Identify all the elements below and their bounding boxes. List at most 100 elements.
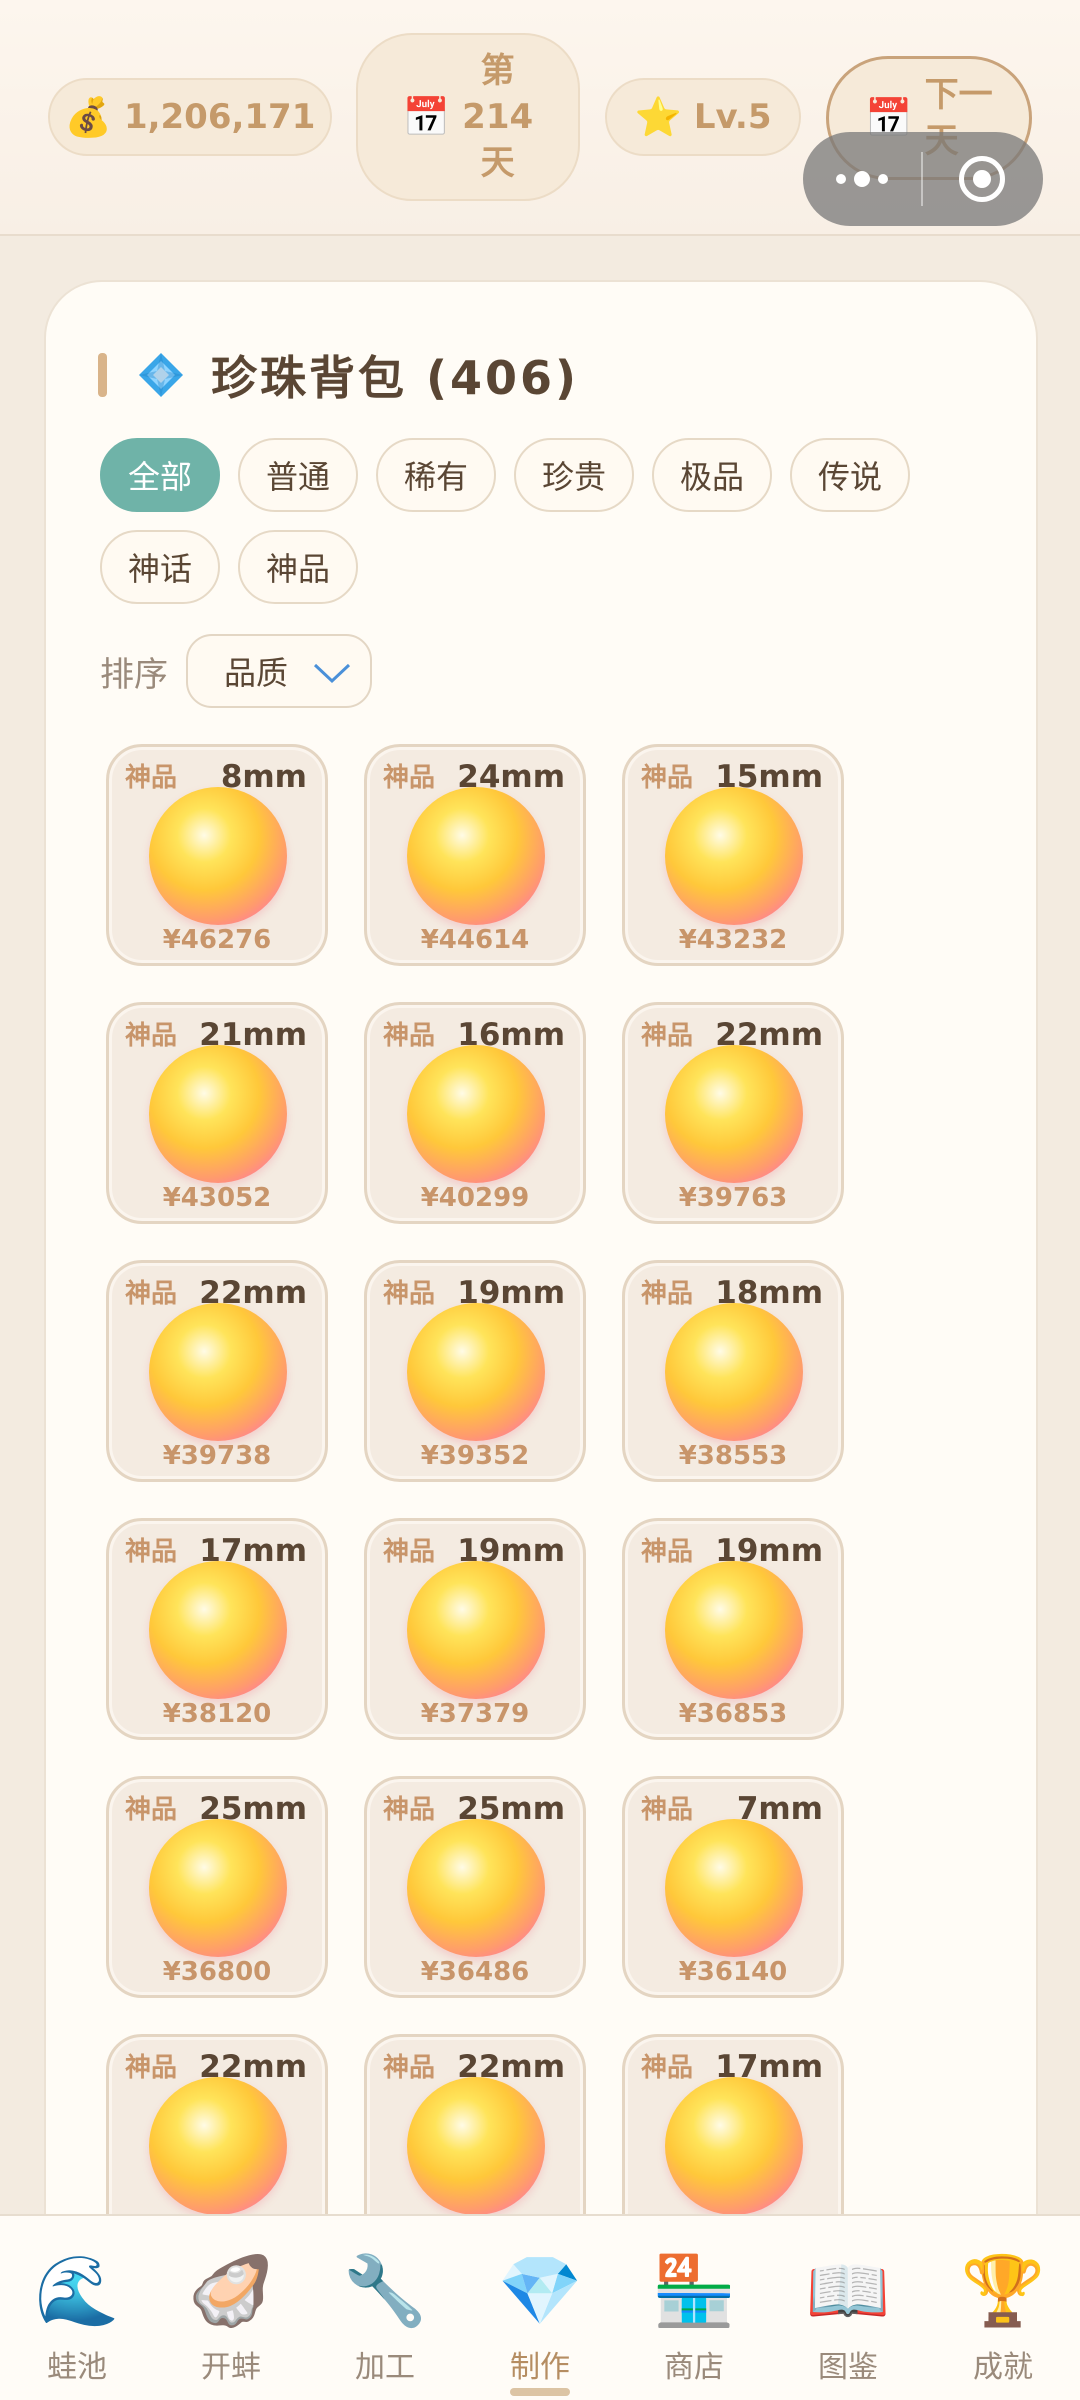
- pearl-card[interactable]: 神品 22mm ¥39738: [106, 1260, 328, 1482]
- pearl-icon: [407, 1045, 545, 1183]
- money-bag-icon: 💰: [64, 94, 112, 139]
- pearl-price: ¥38553: [678, 1441, 788, 1471]
- nav-label: 商店: [664, 2350, 724, 2385]
- pearl-rarity: 神品: [125, 1021, 178, 1051]
- pearl-card[interactable]: 神品 17mm ¥38120: [106, 1518, 328, 1740]
- nav-tab-store[interactable]: 🏪 商店: [617, 2216, 771, 2400]
- pearl-card[interactable]: 神品 19mm ¥36853: [622, 1518, 844, 1740]
- pearl-rarity: 神品: [125, 1537, 178, 1567]
- nav-tab-wave[interactable]: 🌊 蛙池: [0, 2216, 154, 2400]
- pearl-price: ¥39738: [162, 1441, 272, 1471]
- nav-label: 图鉴: [818, 2350, 878, 2385]
- pearl-rarity: 神品: [383, 1795, 436, 1825]
- bottom-nav: 🌊 蛙池 🦪 开蚌 🔧 加工 💎 制作 🏪 商店 📖 图鉴 🏆 成就: [0, 2214, 1080, 2400]
- miniprogram-capsule: [803, 132, 1043, 226]
- pearl-card[interactable]: 神品 8mm ¥46276: [106, 744, 328, 966]
- pearl-rarity: 神品: [641, 1795, 694, 1825]
- more-menu-button[interactable]: [803, 171, 921, 187]
- sort-dropdown[interactable]: 品质: [186, 634, 372, 708]
- star-icon: ⭐: [634, 94, 682, 139]
- gem-icon: 💎: [497, 2252, 583, 2331]
- filter-chip-all[interactable]: 全部: [100, 438, 220, 512]
- day-number: 214: [462, 97, 534, 137]
- pearl-rarity: 神品: [383, 1279, 436, 1309]
- coin-balance: 💰 1,206,171: [48, 78, 332, 156]
- pearl-card[interactable]: 神品 25mm ¥36800: [106, 1776, 328, 1998]
- coin-value: 1,206,171: [123, 97, 316, 137]
- pearl-rarity: 神品: [641, 1537, 694, 1567]
- book-icon: 📖: [805, 2252, 891, 2331]
- filter-chip-precious[interactable]: 珍贵: [514, 438, 634, 512]
- day-suffix: 天: [480, 143, 515, 183]
- pearl-price: ¥38120: [162, 1699, 272, 1729]
- pearl-icon: [149, 1303, 287, 1441]
- top-status-bar: 💰 1,206,171 📅 第 214 天 ⭐ Lv.5 📅 下一 天: [0, 0, 1080, 236]
- filter-chip-mythic[interactable]: 神话: [100, 530, 220, 604]
- pearl-price: ¥36853: [678, 1699, 788, 1729]
- sort-value: 品质: [224, 654, 289, 692]
- pearl-icon: [407, 787, 545, 925]
- pearl-icon: [665, 1045, 803, 1183]
- pearl-rarity: 神品: [641, 763, 694, 793]
- day-counter: 📅 第 214 天: [356, 33, 580, 201]
- nav-label: 制作: [510, 2350, 570, 2385]
- close-miniprogram-button[interactable]: [923, 156, 1041, 202]
- pearl-card[interactable]: 神品 7mm ¥36140: [622, 1776, 844, 1998]
- panel-header: 珍珠背包 (406): [98, 342, 579, 408]
- pearl-card[interactable]: 神品 18mm ¥38553: [622, 1260, 844, 1482]
- pearl-rarity: 神品: [641, 2053, 694, 2083]
- panel-title: 珍珠背包 (406): [211, 351, 580, 405]
- pearl-icon: [149, 1561, 287, 1699]
- filter-chip-legendary[interactable]: 传说: [790, 438, 910, 512]
- pearl-card[interactable]: 神品 24mm ¥44614: [364, 744, 586, 966]
- pearl-price: ¥43052: [162, 1183, 272, 1213]
- pearl-rarity: 神品: [125, 763, 178, 793]
- pearl-card[interactable]: 神品 25mm ¥36486: [364, 1776, 586, 1998]
- pearl-icon: [407, 1561, 545, 1699]
- filter-chip-common[interactable]: 普通: [238, 438, 358, 512]
- pearl-icon: [407, 1819, 545, 1957]
- nav-tab-trophy[interactable]: 🏆 成就: [926, 2216, 1080, 2400]
- nav-tab-wrench[interactable]: 🔧 加工: [308, 2216, 462, 2400]
- filter-chip-divine[interactable]: 神品: [238, 530, 358, 604]
- pearl-card[interactable]: 神品 21mm ¥43052: [106, 1002, 328, 1224]
- nav-tab-gem[interactable]: 💎 制作: [463, 2216, 617, 2400]
- pearl-card[interactable]: 神品 15mm ¥43232: [622, 744, 844, 966]
- filter-chip-rare[interactable]: 稀有: [376, 438, 496, 512]
- pearl-price: ¥36800: [162, 1957, 272, 1987]
- pearl-price: ¥39763: [678, 1183, 788, 1213]
- pearl-card[interactable]: 神品 22mm ¥39763: [622, 1002, 844, 1224]
- sort-label: 排序: [100, 654, 168, 695]
- nav-label: 加工: [355, 2350, 415, 2385]
- nav-label: 成就: [973, 2350, 1033, 2385]
- calendar-icon: 📅: [402, 94, 451, 139]
- wrench-icon: 🔧: [342, 2252, 428, 2331]
- pearl-card[interactable]: 神品 19mm ¥37379: [364, 1518, 586, 1740]
- pearl-price: ¥39352: [420, 1441, 530, 1471]
- oyster-icon: 🦪: [188, 2252, 274, 2331]
- pearl-card[interactable]: 神品 19mm ¥39352: [364, 1260, 586, 1482]
- filter-chip-superior[interactable]: 极品: [652, 438, 772, 512]
- day-prefix: 第: [480, 51, 515, 91]
- pearl-rarity: 神品: [125, 2053, 178, 2083]
- pearl-rarity: 神品: [641, 1021, 694, 1051]
- sort-row: 排序 品质: [100, 634, 372, 708]
- pearl-icon: [407, 2077, 545, 2215]
- pearl-icon: [665, 2077, 803, 2215]
- wave-icon: 🌊: [34, 2252, 120, 2331]
- trophy-icon: 🏆: [960, 2252, 1046, 2331]
- diamond-emblem-icon: [139, 353, 183, 397]
- nav-tab-oyster[interactable]: 🦪 开蚌: [154, 2216, 308, 2400]
- nav-label: 蛙池: [47, 2350, 107, 2385]
- pearl-rarity: 神品: [125, 1279, 178, 1309]
- pearl-icon: [149, 787, 287, 925]
- nav-tab-book[interactable]: 📖 图鉴: [771, 2216, 925, 2400]
- level-value: Lv.5: [693, 97, 772, 137]
- pearl-price: ¥40299: [420, 1183, 530, 1213]
- pearl-icon: [665, 787, 803, 925]
- chevron-down-icon: [313, 663, 351, 684]
- pearl-rarity: 神品: [383, 2053, 436, 2083]
- pearl-card[interactable]: 神品 16mm ¥40299: [364, 1002, 586, 1224]
- pearl-icon: [149, 1819, 287, 1957]
- pearl-price: ¥46276: [162, 925, 272, 955]
